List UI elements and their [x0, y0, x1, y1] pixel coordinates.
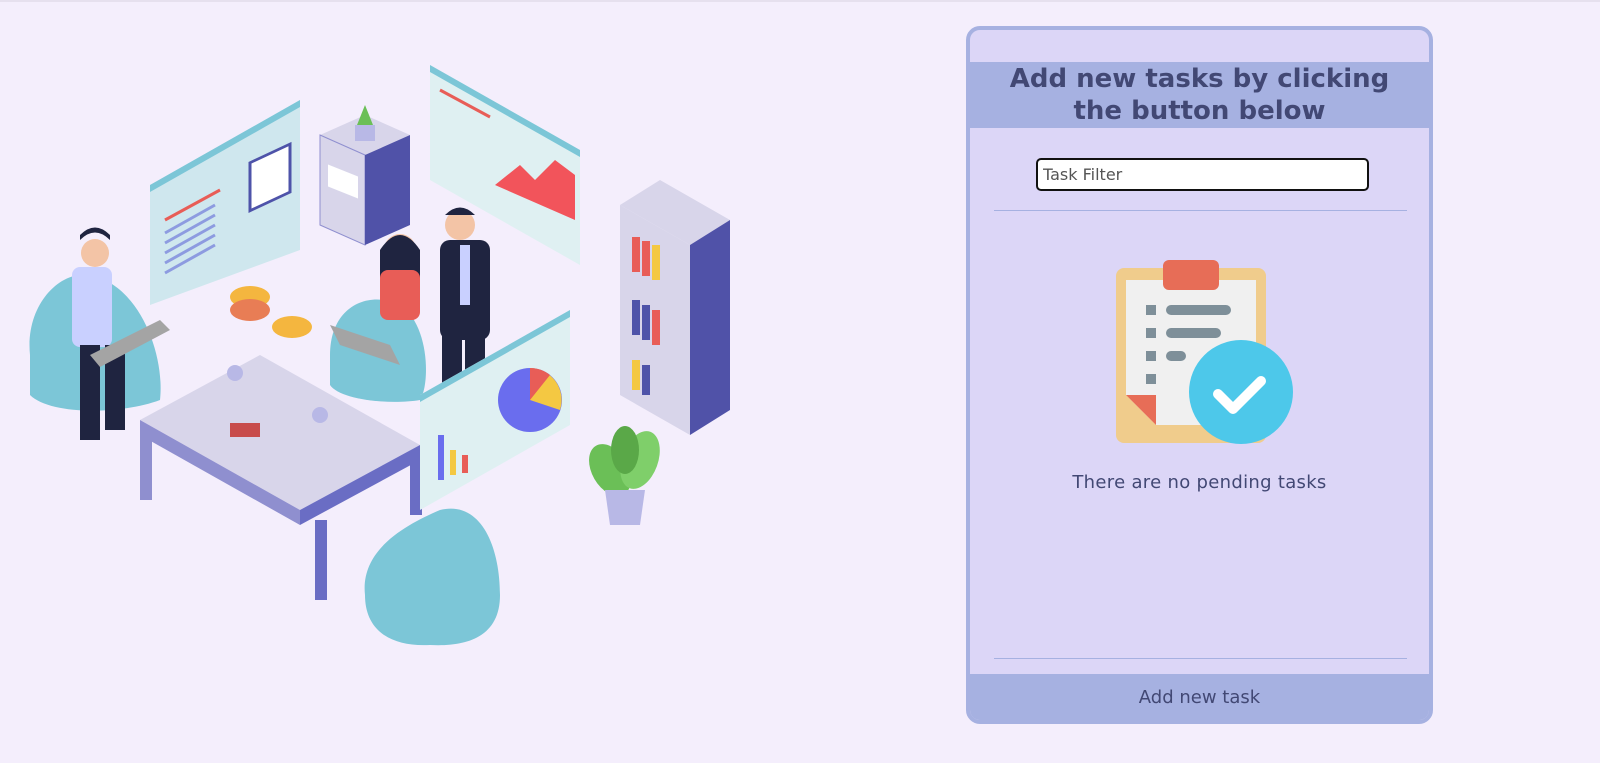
coins-illustration	[230, 286, 312, 338]
task-panel: Add new tasks by clicking the button bel…	[966, 26, 1433, 724]
bookshelf-illustration	[620, 180, 730, 435]
task-filter-input[interactable]	[1036, 158, 1369, 191]
bottom-divider	[994, 658, 1407, 659]
bean-bag-illustration	[364, 508, 500, 646]
task-panel-title: Add new tasks by clicking the button bel…	[1009, 64, 1390, 126]
cabinet-illustration	[319, 105, 410, 246]
empty-state-text: There are no pending tasks	[1072, 472, 1327, 493]
document-screen-illustration	[150, 100, 300, 305]
office-team-illustration	[29, 65, 730, 646]
top-border	[0, 0, 1600, 2]
seated-man-illustration	[29, 227, 170, 440]
potted-plant-illustration	[589, 426, 660, 525]
task-panel-header: Add new tasks by clicking the button bel…	[970, 62, 1429, 128]
top-divider	[994, 210, 1407, 211]
clipboard-check-icon	[1116, 260, 1293, 444]
add-new-task-button[interactable]: Add new task	[970, 674, 1429, 720]
